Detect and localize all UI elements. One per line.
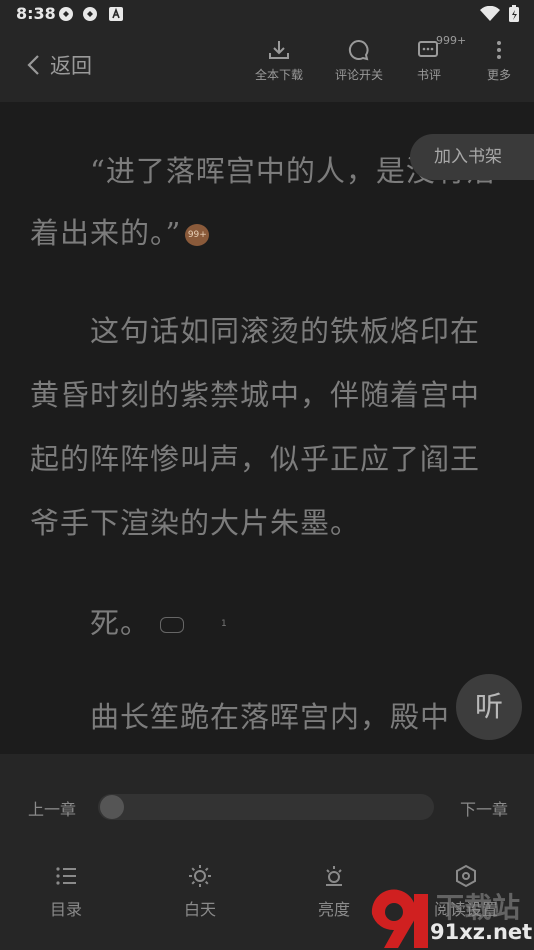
- download-all-button[interactable]: 全本下载: [244, 38, 314, 83]
- download-icon: [269, 41, 289, 59]
- watermark-text: 91xz.net: [430, 920, 533, 944]
- battery-icon: [509, 5, 519, 22]
- book-review-button[interactable]: 999+ 书评: [394, 34, 466, 83]
- day-mode-button[interactable]: 白天: [150, 864, 250, 920]
- listen-button[interactable]: 听: [456, 674, 522, 740]
- toc-label: 目录: [49, 900, 82, 919]
- brightness-label: 亮度: [317, 900, 350, 919]
- more-label: 更多: [486, 68, 511, 82]
- top-toolbar: 返回 全本下载 评论开关 999+ 书评 更多: [0, 28, 534, 102]
- app-notification-icon: [83, 7, 97, 21]
- back-label: 返回: [50, 54, 92, 78]
- paragraph-line: 黄昏时刻的紫禁城中，伴随着宫中: [30, 378, 481, 412]
- sun-icon: [189, 865, 211, 887]
- reading-area[interactable]: “进了落晖宫中的人，是没有活 着出来的。” 99+ 这句话如同滚烫的铁板烙印在 黄…: [0, 102, 534, 754]
- next-chapter-button[interactable]: 下一章: [460, 796, 508, 820]
- download-label: 全本下载: [254, 68, 303, 82]
- comment-toggle-button[interactable]: 评论开关: [324, 38, 394, 83]
- more-button[interactable]: 更多: [464, 38, 534, 83]
- chapter-navigation: 上一章 下一章: [0, 790, 534, 824]
- paragraph-line: 曲长笙跪在落晖宫内，殿中: [90, 700, 451, 734]
- toc-button[interactable]: 目录: [16, 864, 116, 920]
- site-watermark: 下载站 91xz.net: [364, 884, 534, 950]
- paragraph-line: 死。 1: [90, 606, 227, 640]
- app-notification-icon: [109, 7, 123, 21]
- paragraph-line: 这句话如同滚烫的铁板烙印在: [90, 314, 481, 348]
- comment-bubble-icon: [348, 39, 369, 61]
- list-icon: [56, 867, 76, 885]
- add-to-shelf-button[interactable]: 加入书架: [410, 134, 534, 180]
- paragraph-line: 爷手下渲染的大片朱墨。: [30, 506, 361, 540]
- chevron-left-icon: [27, 55, 39, 75]
- app-notification-icon: [59, 7, 73, 21]
- day-label: 白天: [183, 900, 216, 919]
- progress-thumb[interactable]: [100, 795, 124, 819]
- paragraph-line: 起的阵阵惨叫声，似乎正应了阎王: [30, 442, 481, 476]
- review-count-badge: 999+: [436, 34, 467, 47]
- more-vertical-icon: [497, 41, 501, 59]
- paragraph-line: 着出来的。” 99+: [30, 202, 510, 264]
- back-button[interactable]: 返回: [26, 50, 92, 80]
- status-time: 8:38: [16, 4, 56, 23]
- comment-count-icon[interactable]: 99+: [185, 224, 210, 246]
- watermark-logo-icon: [371, 889, 428, 948]
- comment-count-icon[interactable]: 1: [160, 617, 227, 633]
- prev-chapter-button[interactable]: 上一章: [28, 796, 76, 820]
- wifi-icon: [480, 6, 500, 21]
- status-bar: 8:38: [0, 0, 534, 28]
- review-label: 书评: [416, 68, 441, 82]
- comment-toggle-label: 评论开关: [334, 68, 383, 82]
- brightness-icon: [326, 866, 342, 886]
- chapter-progress-slider[interactable]: [98, 794, 434, 820]
